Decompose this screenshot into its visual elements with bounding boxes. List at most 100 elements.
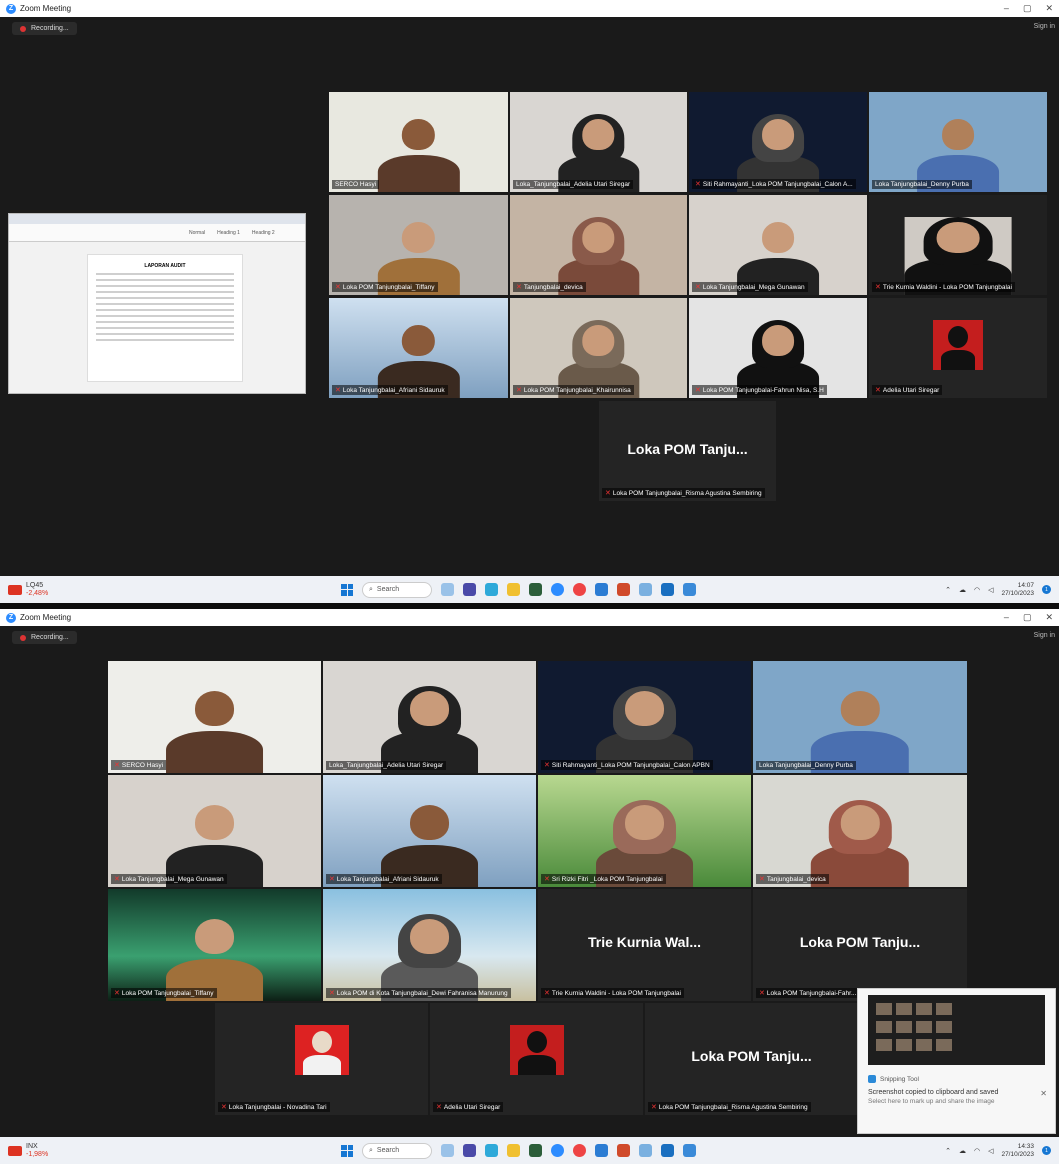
video-tile[interactable]: ✕ Siti Rahmayanti_Loka POM Tanjungbalai_C… [689,92,867,192]
video-tile[interactable]: Loka POM Tanju... ✕ Loka POM Tanjungbalai… [753,889,967,1001]
video-tile[interactable]: ✕ Tanjungbalai_devica [510,195,687,295]
video-tile[interactable]: ✕ Siti Rahmayanti_Loka POM Tanjungbalai_C… [538,661,751,773]
close-icon[interactable]: ✕ [1045,612,1053,623]
video-tile[interactable]: Loka_Tanjungbalai_Adelia Utari Siregar [323,661,536,773]
chrome-icon[interactable] [573,583,586,596]
photos-icon[interactable] [639,583,652,596]
close-icon[interactable]: ✕ [1045,3,1053,14]
stock-widget[interactable]: LQ45 -2,48% [8,582,48,598]
powerpoint-icon[interactable] [617,1144,630,1157]
word-icon[interactable] [595,583,608,596]
windows-start-icon[interactable] [341,583,353,596]
video-tile[interactable]: ✕ SERCO Hasyi [108,661,321,773]
mic-muted-icon: ✕ [759,990,765,997]
video-tile[interactable]: ✕ Sri Rizki Fitri _Loka POM Tanjungbalai [538,775,751,887]
chevron-up-icon[interactable]: ⌃ [945,1147,951,1155]
shared-screen-document[interactable]: Normal Heading 1 Heading 2 LAPORAN AUDIT [8,213,306,394]
stock-change: -2,48% [26,589,49,597]
file-explorer-icon[interactable] [507,583,520,596]
mic-muted-icon: ✕ [329,990,335,997]
word-ribbon: Normal Heading 1 Heading 2 [9,224,305,242]
video-tile[interactable]: SERCO Hasyi [329,92,508,192]
video-tile[interactable]: Loka POM Tanju... ✕ Loka POM Tanjungbalai… [645,1003,858,1115]
taskbar-search[interactable]: ⌕ Search [362,1142,432,1159]
system-clock[interactable]: 14:07 27/10/2023 [1001,582,1034,598]
zoom-icon[interactable] [551,1144,564,1157]
recording-badge[interactable]: Recording... [12,22,77,35]
video-tile[interactable]: ✕ Loka Tanjungbalai - Novadina Tari [215,1003,428,1115]
video-tile[interactable]: ✕ Loka POM Tanjungbalai_Tiffany [108,889,321,1001]
task-view-icon[interactable] [463,583,476,596]
edge-icon[interactable] [485,1144,498,1157]
video-tile[interactable]: ✕ Loka POM Tanjungbalai_Tiffany [329,195,508,295]
sign-in-link[interactable]: Sign in [1034,632,1055,639]
zoom-logo-icon: Z [6,612,16,623]
close-icon[interactable]: ✕ [1040,1089,1047,1098]
stock-widget[interactable]: INX -1,98% [8,1143,48,1159]
chrome-icon[interactable] [573,1144,586,1157]
video-tile[interactable]: ✕ Loka Tanjungbalai_Mega Gunawan [689,195,867,295]
video-tile[interactable]: ✕ Loka POM di Kota Tanjungbalai_Dewi Fahr… [323,889,536,1001]
video-tile[interactable]: ✕ Trie Kurnia Waldini - Loka POM Tanjungb… [869,195,1047,295]
participant-name: ✕ Loka POM Tanjungbalai_Khairunnisa [513,385,634,395]
video-tile[interactable]: ✕ Loka POM Tanjungbalai-Fahrun Nisa, S.H [689,298,867,398]
minimize-icon[interactable]: – [1004,3,1009,14]
notification-icon[interactable]: 1 [1042,1146,1051,1155]
participant-name: ✕ Siti Rahmayanti_Loka POM Tanjungbalai_C… [541,760,713,770]
participant-name: ✕ Tanjungbalai_devica [513,282,586,292]
video-tile[interactable]: Loka_Tanjungbalai_Adelia Utari Siregar [510,92,687,192]
video-tile[interactable]: ✕ Tanjungbalai_devica [753,775,967,887]
volume-icon[interactable]: ◁ [988,586,993,594]
powerpoint-icon[interactable] [617,583,630,596]
widgets-icon[interactable] [441,583,454,596]
style-normal: Normal [189,229,206,236]
mic-muted-icon: ✕ [436,1104,442,1111]
cloud-icon[interactable]: ☁ [959,1147,966,1155]
screenshot-thumbnail[interactable] [868,995,1045,1065]
snipping-tool-icon[interactable] [683,583,696,596]
task-view-icon[interactable] [463,1144,476,1157]
video-tile[interactable]: ✕ Loka Tanjungbalai_Mega Gunawan [108,775,321,887]
app-icon[interactable] [529,583,542,596]
sign-in-link[interactable]: Sign in [1034,23,1055,30]
app-icon[interactable] [661,583,674,596]
recording-badge[interactable]: Recording... [12,631,77,644]
participant-name: SERCO Hasyi [332,180,380,189]
video-tile[interactable]: ✕ Loka Tanjungbalai_Afriani Sidauruk [323,775,536,887]
video-tile[interactable]: Loka POM Tanju... ✕ Loka POM Tanjungbalai… [599,401,776,501]
video-tile[interactable]: Loka Tanjungbalai_Denny Purba [753,661,967,773]
app-icon[interactable] [661,1144,674,1157]
wifi-icon[interactable]: ◠ [974,1147,980,1155]
participant-placeholder-name: Trie Kurnia Wal... [587,933,702,950]
chevron-up-icon[interactable]: ⌃ [945,586,951,594]
minimize-icon[interactable]: – [1004,612,1009,623]
notification-subtext: Select here to mark up and share the ima… [868,1098,995,1105]
volume-icon[interactable]: ◁ [988,1147,993,1155]
maximize-icon[interactable]: ▢ [1023,612,1032,623]
file-explorer-icon[interactable] [507,1144,520,1157]
zoom-icon[interactable] [551,583,564,596]
snipping-tool-icon[interactable] [683,1144,696,1157]
window-controls: – ▢ ✕ [1004,3,1053,14]
video-tile[interactable]: ✕ Adelia Utari Siregar [869,298,1047,398]
video-tile[interactable]: Trie Kurnia Wal... ✕ Trie Kurnia Waldini … [538,889,751,1001]
widgets-icon[interactable] [441,1144,454,1157]
taskbar-search[interactable]: ⌕ Search [362,581,432,598]
video-tile[interactable]: Loka Tanjungbalai_Denny Purba [869,92,1047,192]
video-tile[interactable]: ✕ Adelia Utari Siregar [430,1003,643,1115]
recording-dot-icon [20,634,26,641]
cloud-icon[interactable]: ☁ [959,586,966,594]
photos-icon[interactable] [639,1144,652,1157]
wifi-icon[interactable]: ◠ [974,586,980,594]
snipping-tool-notification[interactable]: Snipping Tool Screenshot copied to clipb… [857,988,1056,1134]
video-tile[interactable]: ✕ Loka POM Tanjungbalai_Khairunnisa [510,298,687,398]
edge-icon[interactable] [485,583,498,596]
zoom-logo-icon: Z [6,3,16,14]
app-icon[interactable] [529,1144,542,1157]
word-icon[interactable] [595,1144,608,1157]
windows-start-icon[interactable] [341,1144,353,1157]
notification-icon[interactable]: 1 [1042,585,1051,594]
system-clock[interactable]: 14:33 27/10/2023 [1001,1143,1034,1159]
maximize-icon[interactable]: ▢ [1023,3,1032,14]
video-tile[interactable]: ✕ Loka Tanjungbalai_Afriani Sidauruk [329,298,508,398]
